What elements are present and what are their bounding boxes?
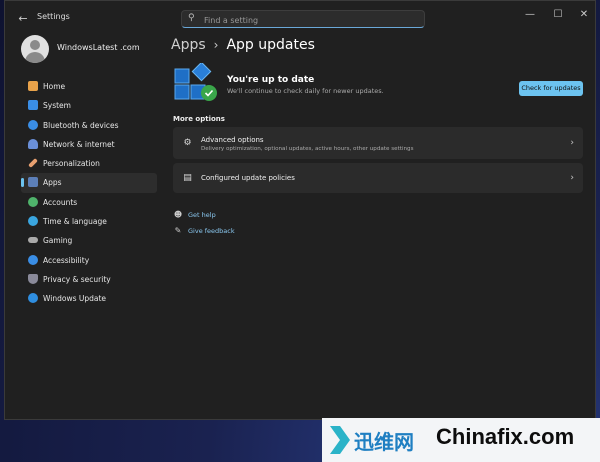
- sidebar-item-personalization[interactable]: Personalization: [21, 154, 157, 173]
- minimize-icon[interactable]: —: [517, 7, 543, 23]
- check-for-updates-button[interactable]: Check for updates: [519, 81, 583, 96]
- maximize-icon[interactable]: ☐: [545, 7, 571, 23]
- app-title: Settings: [37, 12, 70, 21]
- controller-icon: [28, 237, 38, 244]
- person-icon: [28, 196, 38, 207]
- chevron-right-icon: ›: [570, 138, 574, 148]
- status-title: You're up to date: [227, 75, 315, 85]
- wifi-icon: [28, 138, 38, 149]
- policy-icon: ▤: [183, 173, 192, 183]
- back-arrow-icon[interactable]: ←: [15, 11, 31, 27]
- watermark-arrow-icon: [330, 426, 350, 454]
- update-icon: [28, 293, 38, 304]
- configured-update-policies-card[interactable]: ▤ Configured update policies ›: [173, 163, 583, 193]
- advanced-options-card[interactable]: ⚙ Advanced options Delivery optimization…: [173, 127, 583, 159]
- more-options-heading: More options: [173, 115, 225, 123]
- sidebar-item-bluetooth[interactable]: Bluetooth & devices: [21, 116, 157, 135]
- globe-clock-icon: [28, 216, 38, 227]
- sidebar-item-privacy[interactable]: Privacy & security: [21, 270, 157, 289]
- sidebar-item-gaming[interactable]: Gaming: [21, 231, 157, 250]
- update-status: You're up to date We'll continue to chec…: [173, 63, 583, 109]
- sidebar-item-network[interactable]: Network & internet: [21, 135, 157, 154]
- app-update-status-icon: [174, 63, 217, 101]
- watermark: 迅维网 Chinafix.com: [322, 418, 600, 462]
- monitor-icon: [28, 100, 38, 111]
- status-subtitle: We'll continue to check daily for newer …: [227, 87, 384, 95]
- help-icon: ☻: [173, 210, 183, 219]
- chevron-right-icon: ›: [570, 173, 574, 183]
- bluetooth-icon: [28, 119, 38, 130]
- sidebar-item-accessibility[interactable]: Accessibility: [21, 251, 157, 270]
- chevron-right-icon: ›: [213, 38, 219, 52]
- sidebar-item-home[interactable]: Home: [21, 77, 157, 96]
- settings-window: ← Settings ⚲ — ☐ ✕ WindowsLatest .com Ho…: [4, 0, 596, 420]
- apps-icon: [28, 177, 38, 188]
- home-icon: [28, 81, 38, 91]
- gears-icon: ⚙: [183, 138, 192, 148]
- watermark-cn-text: 迅维网: [354, 430, 414, 454]
- watermark-en-text: Chinafix.com: [436, 424, 575, 449]
- accessibility-icon: [28, 254, 38, 265]
- shield-icon: [28, 273, 38, 284]
- title-bar: ← Settings ⚲ — ☐ ✕: [5, 1, 595, 37]
- search-icon: ⚲: [188, 13, 195, 23]
- close-icon[interactable]: ✕: [571, 7, 595, 23]
- sidebar-item-apps[interactable]: Apps: [21, 173, 157, 193]
- page-title: App updates: [226, 37, 315, 53]
- profile-name: WindowsLatest .com: [57, 43, 140, 52]
- breadcrumb: Apps › App updates: [171, 37, 315, 53]
- sidebar-item-system[interactable]: System: [21, 96, 157, 115]
- sidebar-item-time-language[interactable]: Time & language: [21, 212, 157, 231]
- avatar: [21, 35, 49, 63]
- breadcrumb-parent[interactable]: Apps: [171, 37, 206, 53]
- search-input[interactable]: [202, 12, 416, 28]
- brush-icon: [28, 158, 38, 169]
- feedback-icon: ✎: [174, 226, 182, 235]
- search-box[interactable]: ⚲: [181, 10, 425, 28]
- sidebar-item-accounts[interactable]: Accounts: [21, 193, 157, 212]
- sidebar-item-windows-update[interactable]: Windows Update: [21, 289, 157, 308]
- sidebar-nav: Home System Bluetooth & devices Network …: [21, 77, 157, 309]
